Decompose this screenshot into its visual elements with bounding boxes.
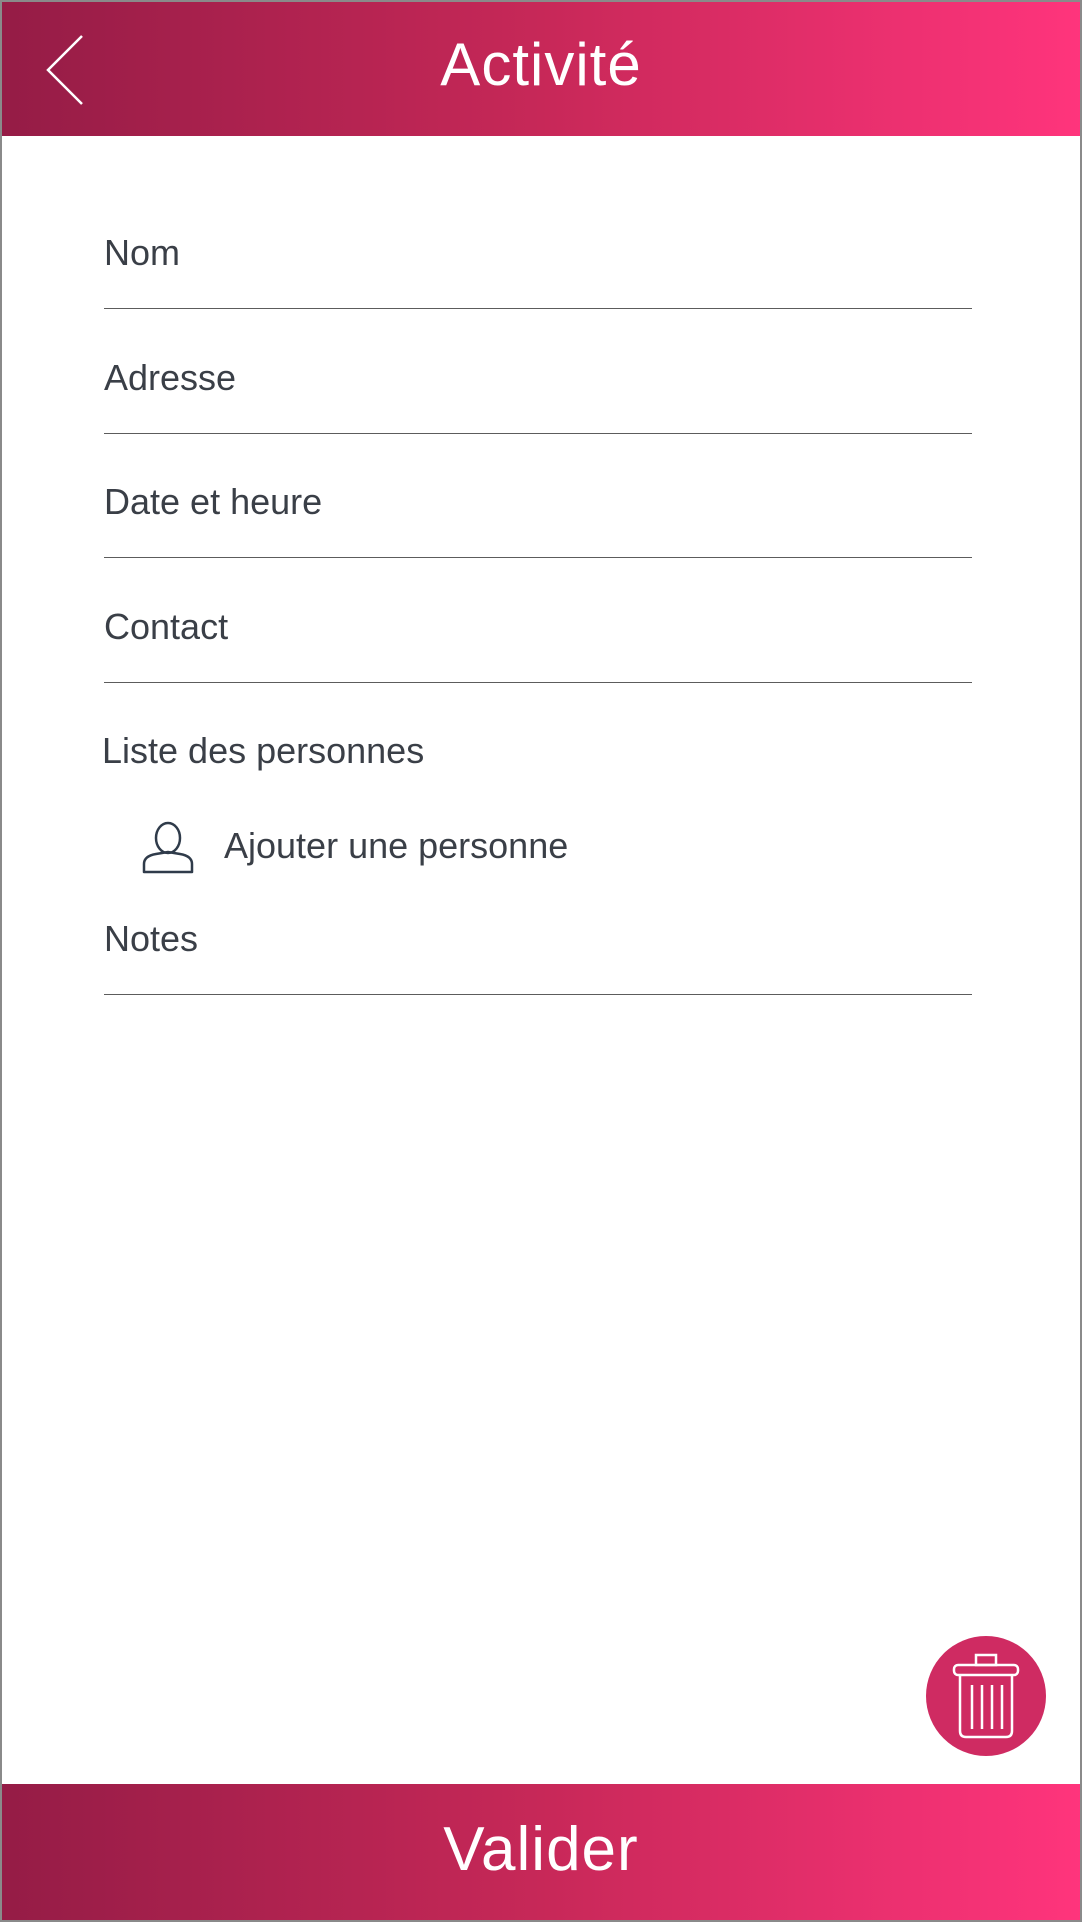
contact-field-label: Contact — [104, 606, 229, 647]
name-field-label: Nom — [104, 232, 181, 273]
trash-icon — [952, 1653, 1020, 1739]
notes-field[interactable]: Notes — [104, 898, 972, 995]
add-person-button[interactable]: Ajouter une personne — [140, 816, 568, 876]
name-field[interactable]: Nom — [104, 212, 972, 309]
contact-field[interactable]: Contact — [104, 586, 972, 683]
delete-button[interactable] — [926, 1636, 1046, 1756]
submit-button[interactable]: Valider — [2, 1784, 1080, 1920]
address-field[interactable]: Adresse — [104, 337, 972, 434]
activity-screen: Activité Nom Adresse Date et heure Conta… — [0, 0, 1082, 1922]
people-list-label: Liste des personnes — [102, 730, 425, 771]
add-person-label: Ajouter une personne — [224, 825, 569, 866]
page-title: Activité — [440, 31, 642, 98]
header-bar: Activité — [2, 2, 1080, 136]
user-icon — [142, 821, 194, 874]
notes-field-label: Notes — [104, 918, 199, 959]
date-time-field-label: Date et heure — [104, 481, 323, 522]
address-field-label: Adresse — [104, 357, 237, 398]
submit-button-label: Valider — [443, 1815, 639, 1884]
date-time-field[interactable]: Date et heure — [104, 461, 972, 558]
